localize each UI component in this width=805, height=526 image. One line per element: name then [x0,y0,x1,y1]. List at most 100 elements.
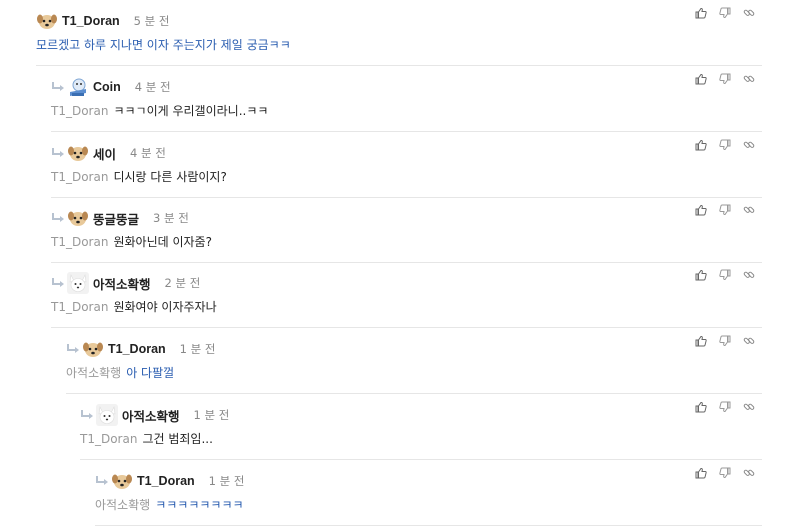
avatar[interactable] [67,76,89,98]
mention-nickname[interactable]: 아적소확행 [66,366,121,380]
thumbs-up-icon[interactable] [695,401,707,413]
avatar[interactable] [36,10,58,32]
avatar[interactable] [67,272,89,294]
comment-text: ㅋㅋㅋㅋㅋㅋㅋㅋ [155,498,244,512]
thumbs-down-icon[interactable] [719,139,731,151]
comment-body: 모르겠고 하루 지나면 이자 주는지가 제일 궁금ㅋㅋ [36,36,291,53]
comment-thread: T1_Doran 5 분 전모르겠고 하루 지나면 이자 주는지가 제일 궁금ㅋㅋ… [0,0,805,526]
thumbs-down-icon[interactable] [719,467,731,479]
comment: T1_Doran 5 분 전모르겠고 하루 지나면 이자 주는지가 제일 궁금ㅋㅋ [36,0,762,66]
author-nickname[interactable]: 아적소확행 [93,274,151,293]
comment-header: T1_Doran 1 분 전 [66,338,215,360]
reply-arrow-icon [51,81,66,93]
reply-comment: T1_Doran 1 분 전아적소확행 아 다팔껄 [66,328,762,394]
comment-header: T1_Doran 5 분 전 [36,10,169,32]
thumbs-down-icon[interactable] [719,335,731,347]
link-icon[interactable] [743,139,755,151]
comment-timestamp: 5 분 전 [133,14,170,28]
thumbs-down-icon[interactable] [719,7,731,19]
link-icon[interactable] [743,73,755,85]
comment-header: 아적소확행 2 분 전 [51,272,200,294]
comment-timestamp: 1 분 전 [179,342,216,356]
comment-body: T1_Doran ㅋㅋㄱ이게 우리갤이라니..ㅋㅋ [51,102,268,119]
author-nickname[interactable]: T1_Doran [108,342,166,356]
link-icon[interactable] [743,401,755,413]
comment-text: 원화아닌데 이자줌? [113,235,212,249]
reply-comment: 뚱글뚱글 3 분 전 T1_Doran 원화아닌데 이자줌? [51,197,762,263]
mention-nickname[interactable]: T1_Doran [51,170,108,184]
mention-nickname[interactable]: T1_Doran [51,104,108,118]
thumbs-up-icon[interactable] [695,139,707,151]
author-nickname[interactable]: 세이 [93,144,116,163]
thumbs-down-icon[interactable] [719,401,731,413]
mention-nickname[interactable]: 아적소확행 [95,498,150,512]
reply-comment: Coin 4 분 전 T1_Doran ㅋㅋㄱ이게 우리갤이라니..ㅋㅋ [51,66,762,132]
thumbs-up-icon[interactable] [695,73,707,85]
comment-actions [695,467,755,479]
comment-text: 디시랑 다른 사람이지? [113,170,227,184]
thumbs-down-icon[interactable] [719,73,731,85]
reply-comment: 아적소확행 2 분 전 T1_Doran 원화여야 이자주자나 [51,262,762,328]
comment-actions [695,139,755,151]
comment-timestamp: 2 분 전 [164,276,201,290]
reply-arrow-icon [95,475,110,487]
comment-body: T1_Doran 그건 범죄임... [80,430,213,447]
reply-arrow-icon [80,409,95,421]
reply-arrow-icon [51,147,66,159]
comment-body: 아적소확행 아 다팔껄 [66,364,174,381]
comment-actions [695,335,755,347]
comment-actions [695,269,755,281]
comment-actions [695,7,755,19]
avatar[interactable] [67,142,89,164]
comment-text: ㅋㅋㄱ이게 우리갤이라니..ㅋㅋ [113,104,269,118]
avatar[interactable] [111,470,133,492]
comment-timestamp: 4 분 전 [130,146,166,160]
comment-header: T1_Doran 1 분 전 [95,470,244,492]
comment-body: T1_Doran 원화아닌데 이자줌? [51,233,212,250]
comment-text: 원화여야 이자주자나 [113,300,217,314]
author-nickname[interactable]: T1_Doran [137,474,195,488]
link-icon[interactable] [743,204,755,216]
comment-timestamp: 1 분 전 [208,474,245,488]
author-nickname[interactable]: T1_Doran [62,14,120,28]
author-nickname[interactable]: Coin [93,80,121,94]
thumbs-up-icon[interactable] [695,467,707,479]
reply-arrow-icon [51,277,66,289]
comment-timestamp: 1 분 전 [193,408,230,422]
author-nickname[interactable]: 뚱글뚱글 [93,209,139,228]
thumbs-up-icon[interactable] [695,335,707,347]
comment-body: 아적소확행 ㅋㅋㅋㅋㅋㅋㅋㅋ [95,496,244,513]
comment-timestamp: 3 분 전 [153,211,189,225]
author-nickname[interactable]: 아적소확행 [122,406,180,425]
comment-body: T1_Doran 원화여야 이자주자나 [51,298,217,315]
thumbs-up-icon[interactable] [695,204,707,216]
link-icon[interactable] [743,269,755,281]
comment-timestamp: 4 분 전 [134,80,171,94]
link-icon[interactable] [743,7,755,19]
thumbs-down-icon[interactable] [719,204,731,216]
comment-header: 아적소확행 1 분 전 [80,404,229,426]
comment-actions [695,204,755,216]
comment-body: T1_Doran 디시랑 다른 사람이지? [51,168,227,185]
thumbs-up-icon[interactable] [695,269,707,281]
reply-comment: 세이 4 분 전 T1_Doran 디시랑 다른 사람이지? [51,132,762,198]
reply-arrow-icon [51,212,66,224]
link-icon[interactable] [743,335,755,347]
mention-nickname[interactable]: T1_Doran [51,300,108,314]
reply-comment: 아적소확행 1 분 전 T1_Doran 그건 범죄임... [80,394,762,460]
comment-header: 뚱글뚱글 3 분 전 [51,207,189,229]
comment-text: 모르겠고 하루 지나면 이자 주는지가 제일 궁금ㅋㅋ [36,38,291,52]
mention-nickname[interactable]: T1_Doran [80,432,137,446]
comment-text: 아 다팔껄 [126,366,175,380]
comment-text: 그건 범죄임... [142,432,213,446]
link-icon[interactable] [743,467,755,479]
avatar[interactable] [96,404,118,426]
comment-actions [695,73,755,85]
comment-header: 세이 4 분 전 [51,142,166,164]
reply-comment: T1_Doran 1 분 전아적소확행 ㅋㅋㅋㅋㅋㅋㅋㅋ [95,460,762,526]
thumbs-down-icon[interactable] [719,269,731,281]
avatar[interactable] [82,338,104,360]
mention-nickname[interactable]: T1_Doran [51,235,108,249]
avatar[interactable] [67,207,89,229]
thumbs-up-icon[interactable] [695,7,707,19]
